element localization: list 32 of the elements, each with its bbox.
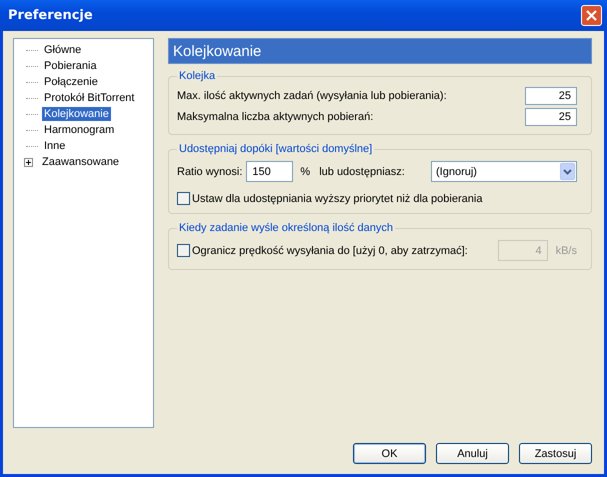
dialog-button[interactable]: Zastosuj [519, 443, 592, 464]
field-label: Ratio wynosi: [177, 166, 242, 178]
tree-item[interactable]: Kolejkowanie [42, 107, 111, 121]
close-button[interactable] [581, 5, 602, 26]
unit-label: kB/s [556, 244, 577, 256]
tree-item[interactable]: Inne [42, 139, 68, 153]
tree-item[interactable]: Główne [42, 43, 84, 57]
ratio-field[interactable]: 150 [246, 161, 294, 182]
unit-label: % [300, 166, 310, 178]
field-label: Maksymalna liczba aktywnych pobierań: [177, 111, 374, 123]
dialog-button[interactable]: Anuluj [436, 443, 509, 464]
field-label: lub udostępniasz: [319, 166, 405, 178]
dropdown[interactable]: (Ignoruj) [431, 161, 577, 182]
group-title: Kolejka [178, 70, 216, 82]
checkbox[interactable] [177, 192, 190, 205]
tree-item[interactable]: Zaawansowane [40, 155, 122, 169]
checkbox-label: Ogranicz prędkość wysyłania do [użyj 0, aby zatrzymać]: [192, 244, 468, 256]
tree-item[interactable]: Pobierania [42, 59, 99, 73]
close-icon [586, 10, 597, 21]
tree-item[interactable]: Połączenie [42, 75, 100, 89]
page-title: Kolejkowanie [173, 42, 262, 60]
number-field[interactable]: 25 [525, 108, 577, 126]
tree-item[interactable]: Protokół BitTorrent [42, 91, 136, 105]
group-title: Udostępniaj dopóki [wartości domyślne] [178, 143, 374, 155]
window-title: Preferencje [8, 8, 93, 23]
group-title: Kiedy zadanie wyśle określoną ilość danych [178, 222, 394, 234]
dialog-button[interactable]: OK [353, 443, 426, 464]
expand-icon[interactable] [24, 158, 33, 166]
field-label: Max. ilość aktywnych zadań (wysyłania lub pobierania): [177, 90, 447, 102]
tree-item[interactable]: Harmonogram [42, 123, 116, 137]
number-field[interactable]: 25 [525, 87, 577, 105]
checkbox-label: Ustaw dla udostępniania wyższy priorytet niż dla pobierania [192, 192, 482, 204]
